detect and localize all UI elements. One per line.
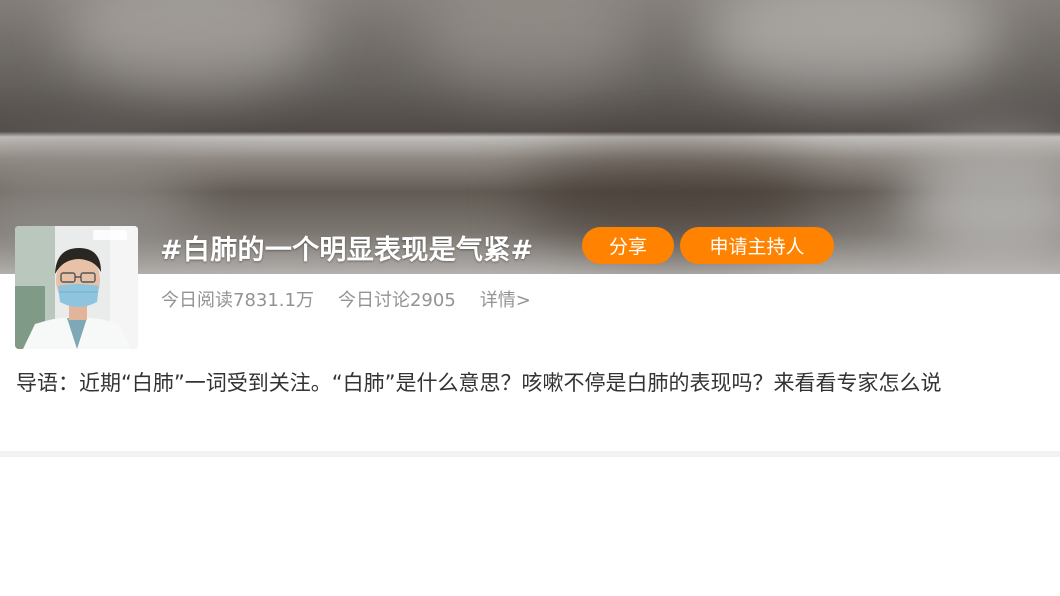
- share-button[interactable]: 分享: [582, 227, 674, 264]
- reads-count: 今日阅读7831.1万: [161, 290, 314, 311]
- topic-stats: 今日阅读7831.1万 今日讨论2905 详情>: [161, 286, 531, 312]
- section-divider: [0, 451, 1060, 457]
- doctor-portrait-icon: [15, 226, 138, 349]
- topic-guide-text: 导语：近期“白肺”一词受到关注。“白肺”是什么意思？咳嗽不停是白肺的表现吗？来看…: [16, 371, 942, 395]
- topic-page: #白肺的一个明显表现是气紧# 分享 申请主持人 今日阅读7831.1万 今日讨论…: [0, 0, 1060, 596]
- discussions-count: 今日讨论2905: [337, 290, 456, 311]
- apply-host-button[interactable]: 申请主持人: [680, 227, 834, 264]
- topic-title: #白肺的一个明显表现是气紧#: [160, 235, 534, 266]
- topic-avatar[interactable]: [15, 226, 138, 349]
- details-link[interactable]: 详情>: [480, 286, 531, 312]
